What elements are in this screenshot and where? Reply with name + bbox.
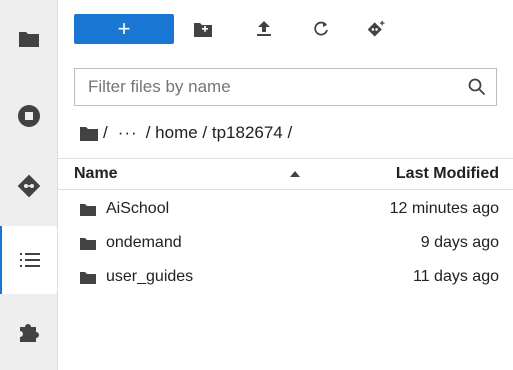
git-icon bbox=[17, 174, 40, 198]
file-name: ondemand bbox=[106, 234, 182, 251]
file-list-header: Name Last Modified bbox=[58, 158, 513, 190]
sidebar-tab-table-of-contents[interactable] bbox=[0, 226, 57, 294]
refresh-icon bbox=[314, 21, 328, 36]
sidebar-tab-running[interactable] bbox=[0, 82, 57, 150]
file-list-item[interactable]: AiSchool 12 minutes ago bbox=[58, 194, 513, 227]
breadcrumb-ellipsis[interactable]: ··· bbox=[118, 123, 138, 143]
breadcrumb: / ··· / home / tp182674 / bbox=[80, 120, 298, 146]
folder-icon bbox=[18, 32, 39, 47]
breadcrumb-root[interactable]: / bbox=[103, 123, 108, 143]
upload-icon bbox=[257, 21, 271, 36]
file-name: user_guides bbox=[106, 268, 194, 285]
file-last-modified: 9 days ago bbox=[420, 234, 499, 251]
new-folder-button[interactable] bbox=[193, 19, 213, 39]
column-header-last-modified[interactable]: Last Modified bbox=[396, 165, 499, 183]
new-folder-icon bbox=[194, 22, 212, 37]
stop-circle-icon bbox=[17, 105, 40, 127]
file-browser-toolbar: + bbox=[74, 14, 504, 44]
new-launcher-label: + bbox=[117, 16, 131, 41]
filter-box bbox=[74, 68, 497, 106]
new-launcher-button[interactable]: + bbox=[74, 14, 174, 44]
sort-ascending-icon bbox=[290, 171, 300, 177]
folder-icon bbox=[80, 204, 96, 216]
git-clone-button[interactable] bbox=[367, 19, 387, 39]
list-icon bbox=[19, 253, 40, 267]
breadcrumb-home-folder-icon[interactable] bbox=[80, 126, 98, 141]
left-sidebar bbox=[0, 0, 58, 370]
sidebar-tab-extensions[interactable] bbox=[0, 298, 57, 366]
search-icon bbox=[468, 78, 486, 96]
sidebar-tab-file-browser[interactable] bbox=[0, 5, 57, 73]
column-header-name[interactable]: Name bbox=[74, 165, 118, 183]
upload-button[interactable] bbox=[254, 19, 274, 39]
file-last-modified: 12 minutes ago bbox=[389, 200, 499, 217]
file-list-item[interactable]: user_guides 11 days ago bbox=[58, 262, 513, 295]
refresh-button[interactable] bbox=[311, 19, 331, 39]
breadcrumb-path[interactable]: / home / tp182674 / bbox=[146, 123, 293, 143]
sidebar-tab-git[interactable] bbox=[0, 152, 57, 220]
git-clone-icon bbox=[367, 20, 385, 37]
folder-icon bbox=[80, 238, 96, 250]
file-name: AiSchool bbox=[106, 200, 170, 217]
file-list-item[interactable]: ondemand 9 days ago bbox=[58, 228, 513, 261]
filter-input[interactable] bbox=[75, 69, 468, 105]
file-last-modified: 11 days ago bbox=[413, 268, 499, 285]
extension-puzzle-icon bbox=[19, 324, 39, 342]
folder-icon bbox=[80, 272, 96, 284]
